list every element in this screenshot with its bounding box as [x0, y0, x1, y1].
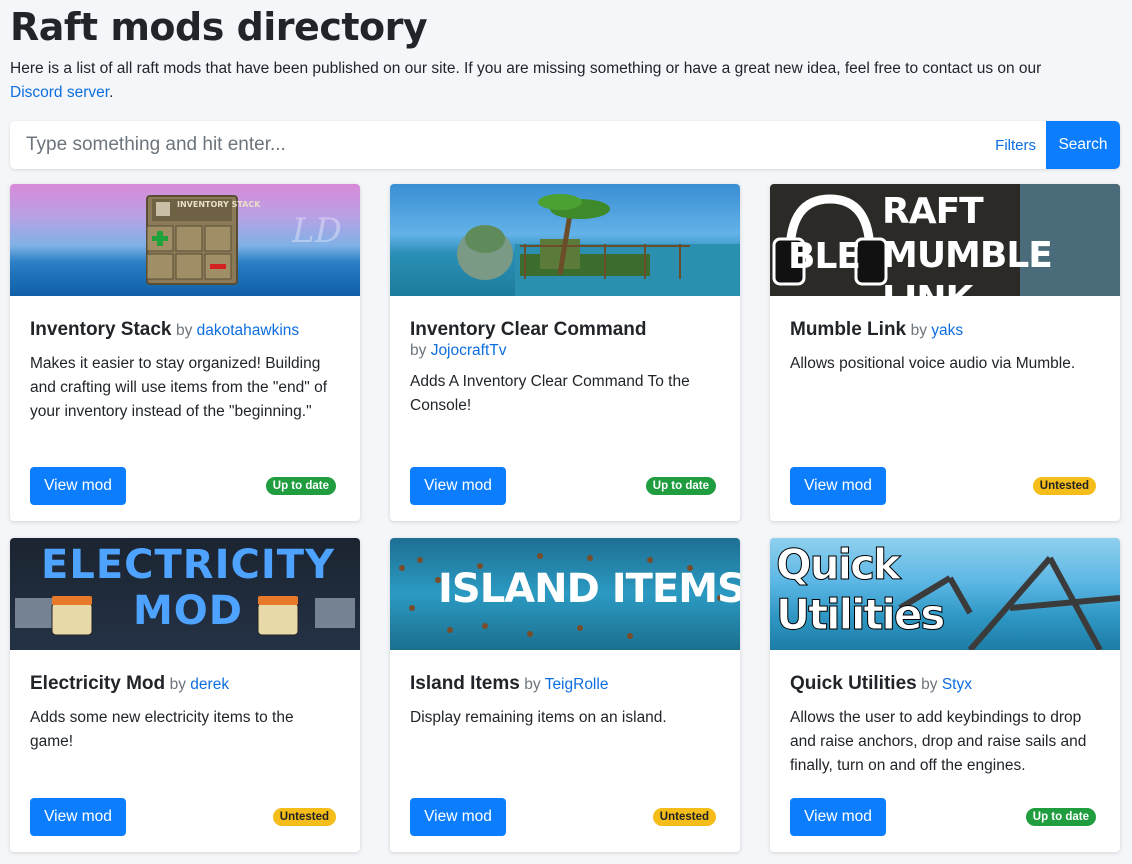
by-label: by — [910, 322, 927, 339]
mod-card-body: Inventory Clear Command by JojocraftTv A… — [390, 296, 740, 418]
mod-byline: by yaks — [911, 322, 964, 339]
author-link[interactable]: derek — [190, 676, 229, 693]
banner-title: RAFT MUMBLE LINK — [882, 191, 1053, 296]
mod-byline: by derek — [170, 676, 229, 693]
mod-card-footer: View mod Up to date — [30, 467, 336, 505]
page-title: Raft mods directory — [10, 5, 428, 49]
mod-card-body: Island Items by TeigRolle Display remain… — [390, 650, 740, 730]
mod-byline: by dakotahawkins — [176, 322, 299, 339]
filters-link[interactable]: Filters — [985, 137, 1046, 154]
view-mod-button[interactable]: View mod — [790, 467, 886, 505]
mod-byline: by Styx — [921, 676, 972, 693]
mod-description: Makes it easier to stay organized! Build… — [30, 355, 328, 420]
view-mod-button[interactable]: View mod — [790, 798, 886, 836]
intro-sentence: Here is a list of all raft mods that hav… — [10, 60, 1042, 77]
by-label: by — [169, 676, 186, 693]
mod-card-body: Quick Utilities by Styx Allows the user … — [770, 650, 1120, 778]
view-mod-button[interactable]: View mod — [30, 467, 126, 505]
island-raft-graphic — [457, 194, 740, 296]
intro-end: . — [109, 84, 114, 101]
view-mod-button[interactable]: View mod — [30, 798, 126, 836]
mod-card-footer: View mod Untested — [790, 467, 1096, 505]
svg-text:LD: LD — [291, 211, 342, 251]
mod-description: Display remaining items on an island. — [410, 709, 667, 726]
mod-title: Island Items — [410, 673, 520, 694]
mod-title: Electricity Mod — [30, 673, 166, 694]
mod-description: Allows the user to add keybindings to dr… — [790, 709, 1087, 774]
mod-card: ISLAND ITEMS Island Items by TeigRolle D… — [390, 538, 740, 852]
mod-title: Inventory Clear Command — [410, 319, 647, 340]
search-bar: Filters Search — [10, 121, 1120, 169]
banner-title: Quick Utilities — [776, 540, 946, 640]
by-label: by — [921, 676, 938, 693]
status-badge: Up to date — [645, 477, 716, 495]
author-link[interactable]: dakotahawkins — [197, 322, 300, 339]
mod-banner-image — [390, 184, 740, 296]
view-mod-button[interactable]: View mod — [410, 467, 506, 505]
status-badge: Untested — [1032, 477, 1096, 495]
mod-title: Inventory Stack — [30, 319, 172, 340]
mod-banner-image: Quick Utilities — [770, 538, 1120, 650]
view-mod-button[interactable]: View mod — [410, 798, 506, 836]
mod-card-body: Inventory Stack by dakotahawkins Makes i… — [10, 296, 360, 424]
status-badge: Up to date — [265, 477, 336, 495]
by-label: by — [524, 676, 541, 693]
mod-card: BLE RAFT MUMBLE LINK Mumble Link by yaks… — [770, 184, 1120, 521]
mod-description: Adds some new electricity items to the g… — [30, 709, 294, 750]
mod-description: Adds A Inventory Clear Command To the Co… — [410, 373, 690, 414]
page: Raft mods directory Here is a list of al… — [10, 0, 1120, 852]
banner-title: ELECTRICITY MOD — [41, 542, 335, 634]
banner-ble-text: BLE — [788, 236, 861, 277]
search-button[interactable]: Search — [1046, 121, 1120, 169]
status-badge: Up to date — [1025, 808, 1096, 826]
author-link[interactable]: Styx — [942, 676, 972, 693]
mod-card-footer: View mod Up to date — [410, 467, 716, 505]
mod-byline: by JojocraftTv — [410, 342, 507, 359]
mod-title: Quick Utilities — [790, 673, 917, 694]
mod-banner-image: BLE RAFT MUMBLE LINK — [770, 184, 1120, 296]
mod-card: Inventory Clear Command by JojocraftTv A… — [390, 184, 740, 521]
intro-text: Here is a list of all raft mods that hav… — [10, 57, 1120, 105]
search-input[interactable] — [10, 121, 986, 169]
mod-card-footer: View mod Up to date — [790, 798, 1096, 836]
mod-byline: by TeigRolle — [524, 676, 608, 693]
author-link[interactable]: yaks — [931, 322, 963, 339]
banner-title: INVENTORY STACK — [177, 200, 261, 209]
mod-banner-image: ISLAND ITEMS — [390, 538, 740, 650]
mod-card: Quick Utilities Quick Utilities by Styx … — [770, 538, 1120, 852]
author-link[interactable]: JojocraftTv — [431, 342, 507, 359]
by-label: by — [410, 342, 427, 359]
mod-card-body: Electricity Mod by derek Adds some new e… — [10, 650, 360, 754]
mod-card: ELECTRICITY MOD Electricity Mod by derek… — [10, 538, 360, 852]
mod-card: LD INVENTORY STACK Inventory Stack by da… — [10, 184, 360, 521]
by-label: by — [175, 322, 193, 339]
status-badge: Untested — [652, 808, 716, 826]
mod-card-body: Mumble Link by yaks Allows positional vo… — [770, 296, 1120, 376]
status-badge: Untested — [272, 808, 336, 826]
mod-banner-image: LD INVENTORY STACK — [10, 184, 360, 296]
mod-banner-image: ELECTRICITY MOD — [10, 538, 360, 650]
mod-title: Mumble Link — [790, 319, 907, 340]
layers-icon — [156, 202, 170, 216]
mod-card-footer: View mod Untested — [410, 798, 716, 836]
discord-link[interactable]: Discord server — [10, 84, 109, 101]
mod-description: Allows positional voice audio via Mumble… — [790, 355, 1076, 372]
author-link[interactable]: TeigRolle — [545, 676, 609, 693]
mod-card-footer: View mod Untested — [30, 798, 336, 836]
banner-title: ISLAND ITEMS — [438, 566, 740, 612]
